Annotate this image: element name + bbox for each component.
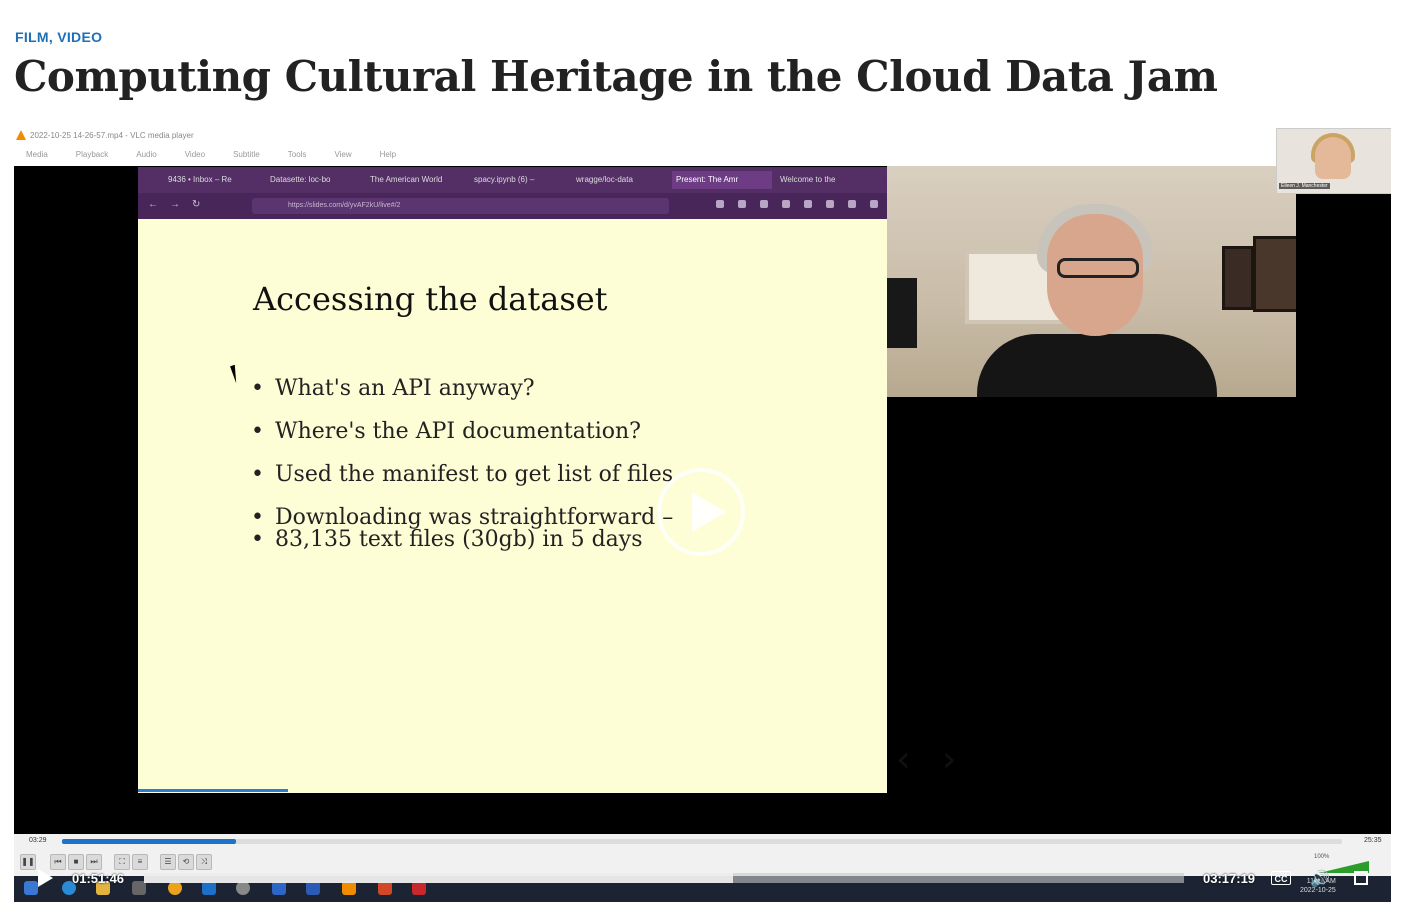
cam-picture-frame bbox=[1222, 246, 1254, 310]
cam-tv bbox=[887, 278, 917, 348]
play-overlay-button[interactable] bbox=[657, 468, 745, 556]
pocket-icon bbox=[716, 200, 724, 208]
word-icon bbox=[306, 881, 320, 895]
slide-bullet: Used the manifest to get list of files bbox=[248, 462, 673, 487]
powerpoint-icon bbox=[378, 881, 392, 895]
vlc-menu-subtitle: Subtitle bbox=[233, 150, 260, 159]
slide-bullet-continuation-text: 83,135 text files (30gb) in 5 days bbox=[275, 527, 643, 552]
vlc-elapsed-time: 03:29 bbox=[29, 837, 47, 844]
cam-picture-frame bbox=[1253, 236, 1296, 312]
vlc-loop-icon: ⟲ bbox=[178, 854, 194, 870]
chrome-icon bbox=[168, 881, 182, 895]
vlc-shuffle-icon: ⤨ bbox=[196, 854, 212, 870]
thumb-face bbox=[1315, 137, 1351, 179]
slide-bullet-list: What's an API anyway? Where's the API do… bbox=[248, 376, 673, 577]
fullscreen-icon[interactable] bbox=[1354, 871, 1368, 885]
extension-icon bbox=[760, 200, 768, 208]
vlc-settings-icon: ≡ bbox=[132, 854, 148, 870]
extension-icon bbox=[804, 200, 812, 208]
vlc-menu-bar: Media Playback Audio Video Subtitle Tool… bbox=[26, 150, 424, 159]
extension-icon bbox=[782, 200, 790, 208]
vlc-menu-video: Video bbox=[184, 150, 206, 159]
vlc-playlist-icon: ☰ bbox=[160, 854, 176, 870]
category-label[interactable]: FILM, VIDEO bbox=[15, 29, 102, 45]
vlc-seek-bar bbox=[62, 839, 1342, 844]
back-icon: ← bbox=[148, 199, 158, 210]
browser-toolbar: ← → ↻ https://slides.com/d/yvAF2kU/live#… bbox=[138, 193, 887, 219]
vlc-next-icon: ⏭ bbox=[86, 854, 102, 870]
settings-gear-icon bbox=[236, 881, 250, 895]
vlc-fullscreen-icon: ⛶ bbox=[114, 854, 130, 870]
vlc-total-time: 25:35 bbox=[1364, 837, 1382, 844]
forward-icon: → bbox=[170, 199, 180, 210]
vlc-cone-icon bbox=[16, 130, 26, 140]
page-title: Computing Cultural Heritage in the Cloud… bbox=[14, 52, 1218, 101]
extension-icon bbox=[848, 200, 856, 208]
vlc-volume-label: 100% bbox=[1314, 854, 1330, 860]
browser-window: 9436 • Inbox – Re Datasette: loc-bo The … bbox=[138, 167, 956, 793]
browser-tab: The American World bbox=[370, 175, 443, 184]
browser-tab: wragge/loc-data bbox=[576, 175, 633, 184]
browser-tab-bar: 9436 • Inbox – Re Datasette: loc-bo The … bbox=[138, 167, 887, 193]
progress-bar-fill bbox=[144, 873, 733, 883]
vlc-taskbar-icon bbox=[342, 881, 356, 895]
participant-thumbnail: Eileen J. Manchester bbox=[1276, 128, 1391, 194]
browser-tab: spacy.ipynb (6) – bbox=[474, 175, 535, 184]
slide-bullet: Where's the API documentation? bbox=[248, 419, 673, 444]
vlc-menu-media: Media bbox=[26, 150, 48, 159]
reload-icon: ↻ bbox=[192, 199, 201, 210]
slide-title: Accessing the dataset bbox=[253, 280, 608, 318]
slide-progress-bar bbox=[138, 789, 288, 792]
vlc-window-title: 2022-10-25 14-26-57.mp4 - VLC media play… bbox=[30, 131, 194, 140]
slide-bullet: What's an API anyway? bbox=[248, 376, 673, 401]
zoom-icon bbox=[272, 881, 286, 895]
browser-tab: Welcome to the bbox=[780, 175, 836, 184]
slide-prev-icon: ‹ bbox=[896, 739, 911, 780]
slide-next-icon: › bbox=[942, 739, 957, 780]
vlc-menu-audio: Audio bbox=[136, 150, 157, 159]
outlook-icon bbox=[202, 881, 216, 895]
cam-speaker-body bbox=[977, 334, 1217, 397]
participant-name: Eileen J. Manchester bbox=[1279, 183, 1330, 189]
mouse-cursor-icon bbox=[230, 364, 241, 384]
extension-icon bbox=[870, 200, 878, 208]
grid-icon bbox=[826, 200, 834, 208]
vlc-pause-icon: ❚❚ bbox=[20, 854, 36, 870]
vlc-titlebar: 2022-10-25 14-26-57.mp4 - VLC media play… bbox=[14, 128, 1391, 166]
vlc-controls: 03:29 25:35 ❚❚ ⏮ ■ ⏭ ⛶ ≡ ☰ ⟲ ⤨ 100% bbox=[14, 834, 1391, 876]
vlc-menu-tools: Tools bbox=[287, 150, 307, 159]
acrobat-icon bbox=[412, 881, 426, 895]
progress-bar[interactable] bbox=[144, 873, 1184, 883]
vlc-menu-view: View bbox=[334, 150, 352, 159]
vlc-menu-help: Help bbox=[379, 150, 397, 159]
browser-tab-active: Present: The Amr bbox=[672, 171, 772, 189]
current-time: 01:51:46 bbox=[72, 871, 125, 886]
volume-icon[interactable]: 🔊 bbox=[1310, 869, 1330, 889]
app-icon bbox=[132, 881, 146, 895]
address-bar: https://slides.com/d/yvAF2kU/live#/2 bbox=[252, 198, 669, 214]
captions-button[interactable]: CC bbox=[1271, 871, 1291, 885]
vlc-stop-icon: ■ bbox=[68, 854, 84, 870]
vlc-prev-icon: ⏮ bbox=[50, 854, 66, 870]
video-player[interactable]: 2022-10-25 14-26-57.mp4 - VLC media play… bbox=[14, 128, 1391, 902]
windows-start-icon bbox=[24, 881, 38, 895]
webcam-feed bbox=[887, 166, 1296, 397]
slide-bullet-continuation: 83,135 text files (30gb) in 5 days bbox=[248, 520, 673, 559]
browser-tab: Datasette: loc-bo bbox=[270, 175, 331, 184]
vlc-menu-playback: Playback bbox=[75, 150, 109, 159]
play-icon[interactable] bbox=[38, 869, 53, 887]
duration-time: 03:17:19 bbox=[1203, 871, 1256, 886]
vlc-seek-fill bbox=[62, 839, 237, 844]
cam-speaker-glasses bbox=[1057, 258, 1139, 278]
download-icon bbox=[738, 200, 746, 208]
browser-tab: 9436 • Inbox – Re bbox=[168, 175, 232, 184]
